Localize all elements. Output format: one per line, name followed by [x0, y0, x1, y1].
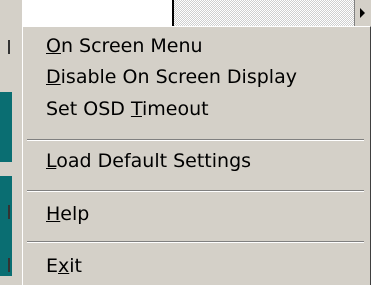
background-teal-panel: [0, 92, 12, 162]
triangle-right-icon: [360, 8, 365, 18]
menu-item-label: Set OSD: [46, 98, 131, 120]
menu-item-set-osd-timeout[interactable]: Set OSD Timeout: [23, 94, 370, 124]
background-fragment: [0, 205, 10, 219]
background-fragment: [0, 40, 10, 54]
menu-item-on-screen-menu[interactable]: On Screen Menu: [23, 31, 370, 61]
background-fragment: [0, 258, 10, 272]
menu-item-accelerator: D: [46, 66, 61, 88]
menu-separator: [27, 241, 364, 243]
background-window-left: [0, 0, 22, 285]
menu-item-accelerator: L: [46, 150, 57, 172]
menu-separator: [27, 190, 364, 192]
menu-item-disable-on-screen-display[interactable]: Disable On Screen Display: [23, 62, 370, 92]
menu-separator: [27, 139, 364, 141]
menu-item-label: imeout: [141, 98, 209, 120]
menu-item-accelerator: O: [46, 35, 61, 57]
menu-item-label: it: [69, 255, 82, 277]
menu-item-accelerator: x: [58, 255, 70, 277]
menu-item-load-default-settings[interactable]: Load Default Settings: [23, 146, 370, 176]
menu-item-exit[interactable]: Exit: [23, 251, 370, 281]
menu-item-label: isable On Screen Display: [60, 66, 297, 88]
horizontal-scrollbar-track[interactable]: [172, 0, 354, 26]
menu-item-accelerator: H: [46, 203, 61, 225]
menu-item-label: E: [46, 255, 59, 277]
menu-item-label: n Screen Menu: [60, 35, 203, 57]
menu-item-accelerator: T: [130, 98, 142, 120]
menu-item-label: elp: [60, 203, 90, 225]
context-menu: On Screen Menu Disable On Screen Display…: [22, 26, 371, 285]
scroll-right-button[interactable]: [354, 0, 371, 26]
menu-item-help[interactable]: Help: [23, 199, 370, 229]
menu-item-label: oad Default Settings: [56, 150, 252, 172]
